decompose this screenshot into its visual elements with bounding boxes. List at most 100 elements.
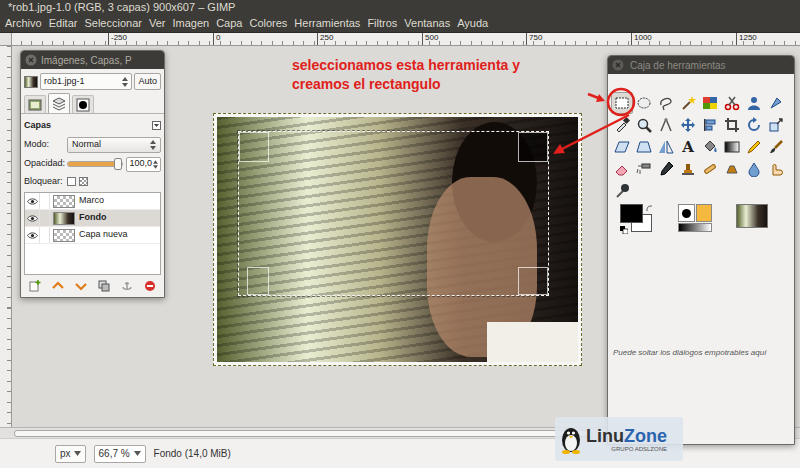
tool-button[interactable] xyxy=(721,136,743,158)
tool-button[interactable] xyxy=(633,92,655,114)
tool-button[interactable] xyxy=(765,114,787,136)
tool-button[interactable]: A xyxy=(677,136,699,158)
dock-tab[interactable] xyxy=(24,95,46,113)
menu-item[interactable]: Ventanas xyxy=(402,15,452,32)
mode-dropdown[interactable]: Normal xyxy=(67,137,161,153)
image-dropdown[interactable]: rob1.jpg-1 xyxy=(40,73,132,90)
layer-row[interactable]: Marco xyxy=(25,193,160,210)
tool-button[interactable] xyxy=(743,158,765,180)
selection-handle[interactable] xyxy=(247,267,269,295)
tool-button[interactable] xyxy=(743,92,765,114)
brush-pattern-gradient[interactable] xyxy=(678,204,712,232)
tool-button[interactable] xyxy=(765,92,787,114)
tool-button[interactable] xyxy=(721,92,743,114)
gradient-swatch[interactable] xyxy=(678,223,712,232)
tool-button[interactable] xyxy=(699,92,721,114)
menu-item[interactable]: Ayuda xyxy=(455,15,490,32)
tool-button[interactable] xyxy=(633,136,655,158)
opacity-spinbox[interactable]: 100,0 xyxy=(126,157,161,172)
tool-button[interactable] xyxy=(677,114,699,136)
tool-button[interactable] xyxy=(655,92,677,114)
tool-button[interactable] xyxy=(633,158,655,180)
tool-button[interactable] xyxy=(655,158,677,180)
active-image-thumbnail[interactable] xyxy=(736,204,768,228)
foreground-color-swatch[interactable] xyxy=(620,204,643,223)
selection-handle[interactable] xyxy=(239,132,269,162)
fg-bg-colors[interactable] xyxy=(620,204,664,234)
auto-button[interactable]: Auto xyxy=(134,73,161,90)
layer-row[interactable]: Capa nueva xyxy=(25,227,160,244)
menu-item[interactable]: Herramientas xyxy=(292,15,362,32)
tool-button[interactable] xyxy=(765,158,787,180)
tool-button[interactable] xyxy=(743,114,765,136)
airbrush-tool-icon xyxy=(636,161,652,177)
selection-rectangle[interactable] xyxy=(238,131,549,296)
tool-button[interactable] xyxy=(655,136,677,158)
layers-dock-window[interactable]: Imágenes, Capas, P rob1.jpg-1 Auto Capas… xyxy=(20,50,165,298)
opacity-slider[interactable] xyxy=(67,161,123,167)
tool-button[interactable] xyxy=(721,158,743,180)
menu-item[interactable]: Capa xyxy=(214,15,244,32)
configure-icon[interactable] xyxy=(152,121,161,130)
toolbox-title-bar[interactable]: Caja de herramientas xyxy=(608,56,794,74)
menu-item[interactable]: Filtros xyxy=(365,15,399,32)
visibility-toggle[interactable] xyxy=(25,227,40,243)
brush-swatch[interactable] xyxy=(678,204,695,222)
new-layer-icon[interactable] xyxy=(29,280,41,292)
tool-button[interactable] xyxy=(765,136,787,158)
tool-button[interactable] xyxy=(655,114,677,136)
zoom-dropdown[interactable]: 66,7 % xyxy=(94,445,146,463)
chain-toggle[interactable] xyxy=(40,193,50,209)
dock-title-bar[interactable]: Imágenes, Capas, P xyxy=(21,51,164,69)
layer-name[interactable]: Fondo xyxy=(79,211,107,225)
tool-button[interactable] xyxy=(611,92,633,114)
dock-tab[interactable] xyxy=(72,95,94,113)
tool-button[interactable] xyxy=(611,114,633,136)
lock-pixels-checkbox[interactable] xyxy=(67,177,76,186)
tool-button[interactable] xyxy=(611,136,633,158)
duplicate-layer-icon[interactable] xyxy=(98,280,110,292)
tool-button[interactable] xyxy=(699,136,721,158)
default-colors-icon[interactable] xyxy=(620,226,628,234)
scrollbar-thumb[interactable] xyxy=(14,430,589,437)
chain-toggle[interactable] xyxy=(40,210,50,226)
chain-toggle[interactable] xyxy=(40,227,50,243)
lower-layer-icon[interactable] xyxy=(75,280,87,292)
menu-item[interactable]: Ver xyxy=(147,15,168,32)
tool-button[interactable] xyxy=(611,158,633,180)
selection-handle[interactable] xyxy=(518,267,548,295)
layer-name[interactable]: Capa nueva xyxy=(79,228,128,242)
menu-item[interactable]: Seleccionar xyxy=(82,15,143,32)
tool-button[interactable] xyxy=(721,114,743,136)
close-icon[interactable] xyxy=(25,54,37,66)
fuzzy-select-tool-icon xyxy=(680,95,696,111)
lock-alpha-icon[interactable] xyxy=(79,177,88,186)
dock-tab[interactable] xyxy=(48,93,70,113)
visibility-toggle[interactable] xyxy=(25,193,40,209)
selection-handle[interactable] xyxy=(518,132,548,162)
tool-button[interactable] xyxy=(677,158,699,180)
close-icon[interactable] xyxy=(612,59,624,71)
opacity-knob[interactable] xyxy=(114,158,122,170)
tool-button[interactable] xyxy=(699,114,721,136)
menu-item[interactable]: Editar xyxy=(47,15,80,32)
unit-dropdown[interactable]: px xyxy=(55,445,86,463)
raise-layer-icon[interactable] xyxy=(52,280,64,292)
lock-row: Bloquear: xyxy=(21,175,164,189)
delete-layer-icon[interactable] xyxy=(144,280,156,292)
tool-button[interactable] xyxy=(699,158,721,180)
tool-button[interactable] xyxy=(611,180,633,202)
swap-colors-icon[interactable] xyxy=(646,205,653,212)
pattern-swatch[interactable] xyxy=(696,204,713,222)
visibility-toggle[interactable] xyxy=(25,210,40,226)
layer-row[interactable]: Fondo xyxy=(25,210,160,227)
layer-name[interactable]: Marco xyxy=(79,194,104,208)
tool-button[interactable] xyxy=(633,114,655,136)
menu-item[interactable]: Colores xyxy=(247,15,289,32)
tool-button[interactable] xyxy=(743,136,765,158)
tool-button[interactable] xyxy=(677,92,699,114)
menu-item[interactable]: Imagen xyxy=(170,15,211,32)
menu-item[interactable]: Archivo xyxy=(3,15,44,32)
anchor-layer-icon[interactable] xyxy=(121,280,133,292)
toolbox-window[interactable]: Caja de herramientas A Puede soltar los … xyxy=(607,55,795,445)
